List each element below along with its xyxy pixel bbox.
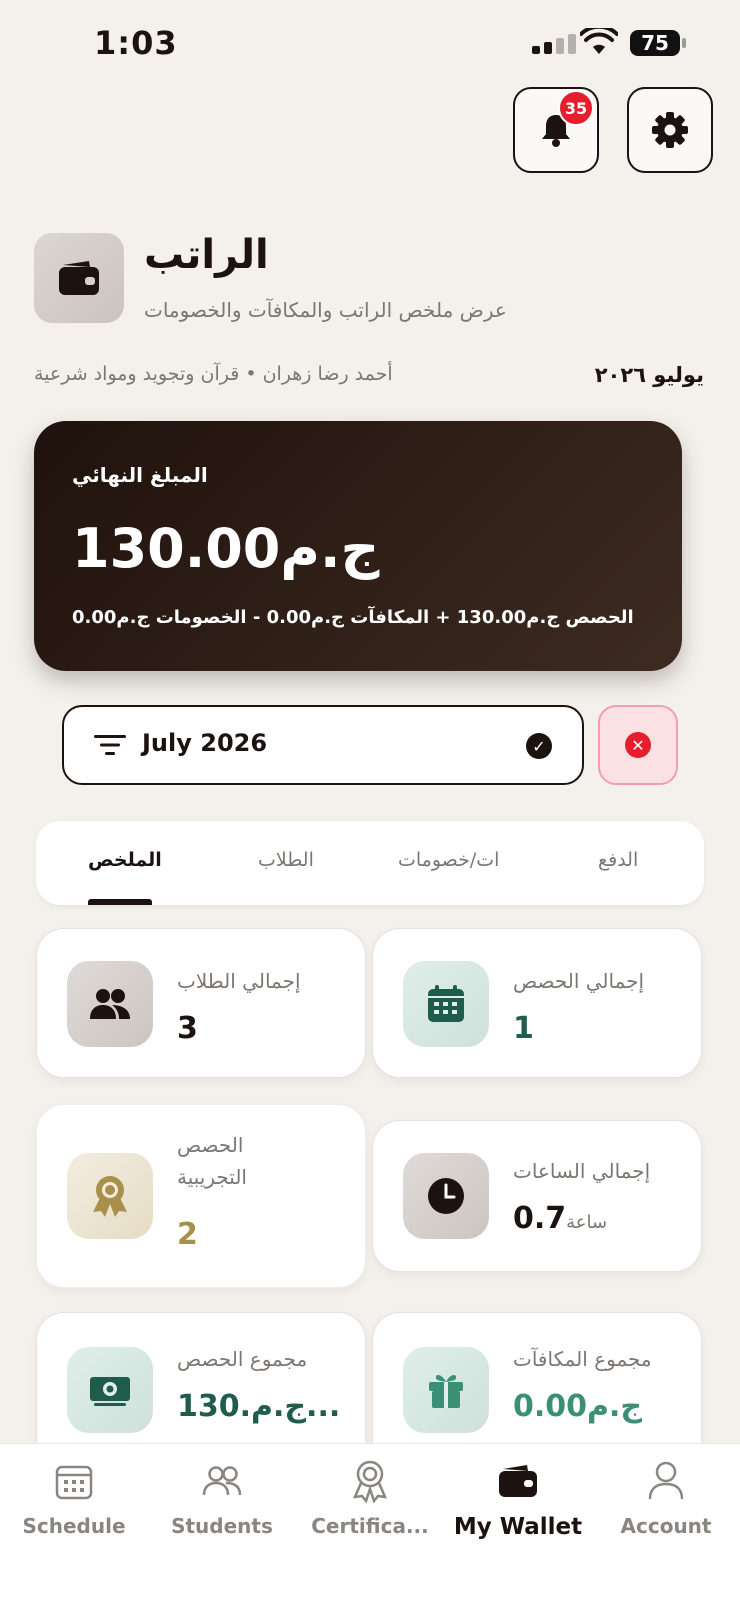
nav-my-wallet[interactable]: My Wallet bbox=[444, 1458, 592, 1540]
clear-filter-button[interactable]: ✕ bbox=[598, 705, 678, 785]
nav-label: Account bbox=[620, 1514, 712, 1538]
stat-value: ج.م0.00 bbox=[513, 1389, 643, 1424]
calendar-icon bbox=[428, 985, 464, 1022]
settings-button[interactable] bbox=[627, 87, 713, 173]
stat-label: إجمالي الساعات bbox=[513, 1159, 651, 1183]
money-stat-icon-tile bbox=[67, 1347, 153, 1433]
stat-value: 0.7 bbox=[513, 1201, 567, 1236]
month-filter-field[interactable]: July 2026 ✓ bbox=[62, 705, 584, 785]
current-month: يوليو ٢٠٢٦ bbox=[594, 363, 704, 387]
filter-icon bbox=[94, 735, 126, 755]
page-subtitle: عرض ملخص الراتب والمكافآت والخصومات bbox=[144, 298, 507, 322]
stat-card-trial-sessions: الحصص التجريبية 2 bbox=[36, 1104, 366, 1288]
stat-value: 1 bbox=[513, 1011, 534, 1046]
final-amount-label: المبلغ النهائي bbox=[72, 463, 208, 487]
status-time: 1:03 bbox=[94, 24, 178, 62]
tab-summary[interactable]: الملخص bbox=[88, 849, 162, 871]
money-icon bbox=[90, 1377, 130, 1406]
stat-label: الحصص التجريبية bbox=[177, 1133, 247, 1189]
wifi-icon bbox=[580, 28, 618, 54]
nav-label: Students bbox=[171, 1514, 273, 1538]
users-icon bbox=[90, 989, 130, 1019]
filter-value: July 2026 bbox=[142, 729, 268, 757]
gift-stat-icon-tile bbox=[403, 1347, 489, 1433]
stat-value: 2 bbox=[177, 1217, 198, 1252]
stat-label: مجموع المكافآت bbox=[513, 1347, 652, 1371]
nav-certificates[interactable]: Certifica... bbox=[296, 1458, 444, 1538]
teacher-info: أحمد رضا زهران • قرآن وتجويد ومواد شرعية bbox=[34, 363, 393, 385]
nav-students[interactable]: Students bbox=[148, 1458, 296, 1538]
hours-stat-icon-tile bbox=[403, 1153, 489, 1239]
stat-label: إجمالي الطلاب bbox=[177, 969, 301, 993]
tab-students[interactable]: الطلاب bbox=[258, 849, 314, 871]
active-tab-indicator bbox=[88, 899, 152, 905]
sessions-stat-icon-tile bbox=[403, 961, 489, 1047]
users-icon bbox=[202, 1466, 242, 1496]
students-stat-icon-tile bbox=[67, 961, 153, 1047]
calendar-icon bbox=[55, 1465, 93, 1500]
stat-value-with-unit: 0.7ساعة bbox=[513, 1201, 615, 1236]
wallet-icon bbox=[499, 1465, 537, 1497]
final-amount-value: 130.00ج.م bbox=[72, 517, 380, 580]
tab-bar: الملخص الطلاب ات/خصومات الدفع bbox=[36, 821, 704, 905]
trial-stat-icon-tile bbox=[67, 1153, 153, 1239]
stat-card-total-sessions: إجمالي الحصص 1 bbox=[372, 928, 702, 1078]
nav-schedule[interactable]: Schedule bbox=[0, 1458, 148, 1538]
nav-label: Certifica... bbox=[311, 1514, 429, 1538]
nav-account[interactable]: Account bbox=[592, 1458, 740, 1538]
stat-label: إجمالي الحصص bbox=[513, 969, 645, 993]
stat-unit: ساعة bbox=[566, 1212, 608, 1233]
cellular-signal-icon bbox=[532, 34, 576, 54]
final-amount-breakdown: الحصص ج.م130.00 + المكافآت ج.م0.00 - الخ… bbox=[72, 607, 634, 628]
page-title: الراتب bbox=[144, 232, 269, 278]
certificate-icon bbox=[352, 1460, 388, 1503]
stat-card-total-students: إجمالي الطلاب 3 bbox=[36, 928, 366, 1078]
tab-bonuses-deductions[interactable]: ات/خصومات bbox=[398, 849, 499, 871]
award-icon bbox=[93, 1176, 127, 1217]
clock-icon bbox=[428, 1178, 464, 1214]
wallet-icon bbox=[59, 261, 99, 295]
close-icon: ✕ bbox=[625, 732, 651, 758]
wallet-header-icon-tile bbox=[34, 233, 124, 323]
nav-label: My Wallet bbox=[453, 1514, 583, 1540]
check-icon: ✓ bbox=[526, 733, 552, 759]
battery-indicator: 75 bbox=[630, 30, 686, 56]
stat-card-total-hours: إجمالي الساعات 0.7ساعة bbox=[372, 1120, 702, 1272]
tab-payments[interactable]: الدفع bbox=[598, 849, 638, 871]
bottom-navigation: Schedule Students Certifica... My Wallet… bbox=[0, 1443, 740, 1600]
stat-label: مجموع الحصص bbox=[177, 1347, 308, 1371]
gift-icon bbox=[429, 1375, 463, 1408]
stat-value: 130.ج.م... bbox=[177, 1389, 341, 1424]
stat-value: 3 bbox=[177, 1011, 198, 1046]
notification-badge: 35 bbox=[558, 90, 594, 126]
user-icon bbox=[648, 1461, 684, 1500]
nav-label: Schedule bbox=[22, 1514, 126, 1538]
gear-icon bbox=[652, 112, 688, 148]
final-amount-card: المبلغ النهائي 130.00ج.م الحصص ج.م130.00… bbox=[34, 421, 682, 671]
